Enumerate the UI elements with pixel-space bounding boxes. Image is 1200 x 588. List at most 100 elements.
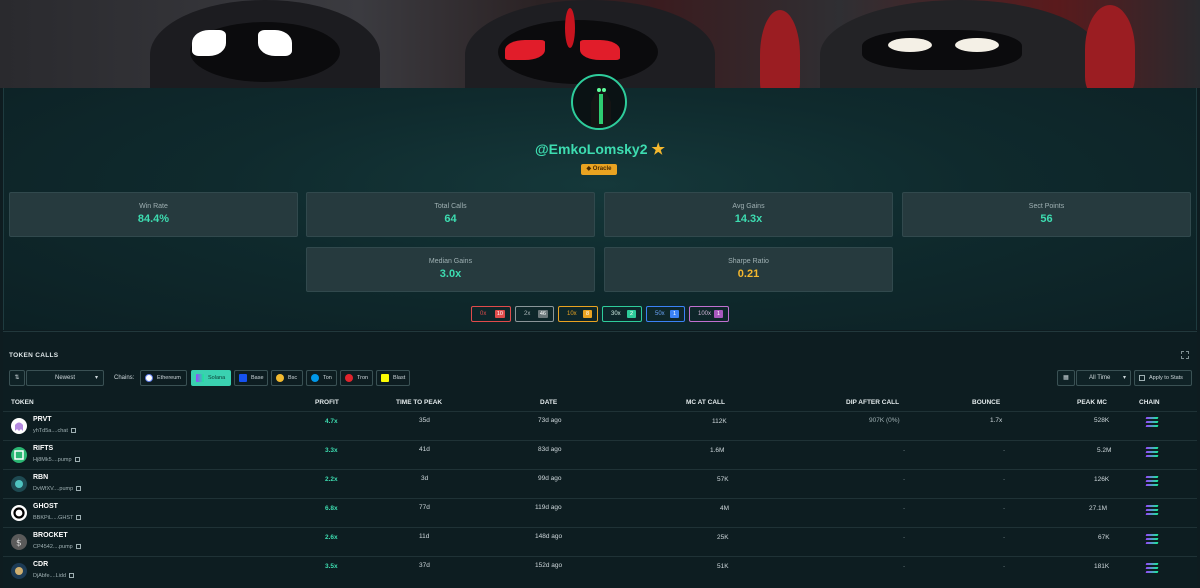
token-icon (11, 418, 27, 434)
stat-label: Avg Gains (732, 203, 765, 210)
multiplier-count: 2 (627, 310, 636, 318)
table-row[interactable]: GHOST BBKPiL....GHST 6.8x 77d 119d ago 4… (3, 498, 1197, 527)
chain-base[interactable]: Base (234, 370, 268, 386)
bounce: - (1003, 447, 1006, 454)
col-chain: CHAIN (1139, 399, 1160, 406)
stat-sharpe-ratio: Sharpe Ratio 0.21 (604, 247, 893, 292)
copy-icon[interactable] (70, 428, 76, 434)
stat-value: 56 (1040, 213, 1053, 225)
chain-ethereum[interactable]: Ethereum (140, 370, 187, 386)
stat-label: Win Rate (139, 203, 168, 210)
stat-value: 0.21 (737, 268, 760, 280)
sort-select[interactable]: Newest ▾ (26, 370, 104, 386)
username-text: @EmkoLomsky2 (535, 141, 648, 157)
multiplier-count: 46 (537, 310, 548, 318)
col-bounce[interactable]: BOUNCE (972, 399, 1000, 406)
peak-mc: 5.2M (1097, 447, 1112, 454)
multiplier-label: 100x (698, 311, 712, 317)
bounce: - (1003, 563, 1006, 570)
token-address[interactable]: BBKPiL....GHST (33, 515, 82, 521)
multiplier-0x[interactable]: 0x 10 (471, 306, 511, 322)
table-row[interactable]: CDR DjAbfe....Lidd 3.5x 37d 152d ago 51K… (3, 556, 1197, 585)
time-filter-select[interactable]: All Time ▾ (1076, 370, 1131, 386)
multiplier-10x[interactable]: 10x 8 (558, 306, 598, 322)
checkbox[interactable] (1139, 375, 1145, 381)
chain-blast[interactable]: Blast (376, 370, 410, 386)
svg-text:$: $ (16, 539, 22, 549)
col-date[interactable]: DATE (540, 399, 557, 406)
dip-after-call: 907K (0%) (869, 417, 900, 424)
base-icon (239, 374, 247, 382)
expand-icon[interactable] (1181, 351, 1189, 359)
copy-icon[interactable] (76, 515, 82, 521)
address-text: yhTd5a....chat (33, 428, 68, 434)
col-mc-at-call[interactable]: MC AT CALL (686, 399, 725, 406)
token-name[interactable]: RIFTS (33, 445, 53, 452)
multiplier-label: 2x (524, 311, 531, 317)
mc-at-call: 57K (717, 476, 729, 483)
multiplier-30x[interactable]: 30x 2 (602, 306, 642, 322)
chain-bsc[interactable]: Bsc (271, 370, 303, 386)
token-address[interactable]: DjAbfe....Lidd (33, 573, 75, 579)
table-row[interactable]: RIFTS Hj8Mk5....pump 3.3x 41d 83d ago 1.… (3, 440, 1197, 469)
stat-avg-gains: Avg Gains 14.3x (604, 192, 893, 237)
table-row[interactable]: RBN DvWfXV....pump 2.2x 3d 99d ago 57K -… (3, 469, 1197, 498)
bsc-icon (276, 374, 284, 382)
table-row[interactable]: $ BROCKET CP4542....pump 2.6x 11d 148d a… (3, 527, 1197, 556)
token-icon (11, 563, 27, 579)
col-peak-mc[interactable]: PEAK MC (1077, 399, 1107, 406)
copy-icon[interactable] (75, 544, 81, 550)
date: 152d ago (535, 562, 563, 569)
token-address[interactable]: DvWfXV....pump (33, 486, 82, 492)
col-dip-after-call[interactable]: DIP AFTER CALL (846, 399, 899, 406)
token-address[interactable]: CP4542....pump (33, 544, 81, 550)
chain-tron[interactable]: Tron (340, 370, 373, 386)
time-to-peak: 3d (421, 475, 429, 482)
ton-icon (311, 374, 319, 382)
apply-to-stats-toggle[interactable]: Apply to Stats (1134, 370, 1192, 386)
date: 73d ago (538, 417, 562, 424)
stat-label: Sect Points (1028, 203, 1065, 210)
token-icon: $ (11, 534, 27, 550)
stat-median-gains: Median Gains 3.0x (306, 247, 595, 292)
multiplier-count: 10 (494, 310, 505, 318)
sort-value: Newest (54, 375, 75, 381)
table-row[interactable]: PRVT yhTd5a....chat 4.7x 35d 73d ago 112… (3, 411, 1197, 440)
address-text: CP4542....pump (33, 544, 73, 550)
chain-label: Tron (357, 375, 369, 381)
star-icon: ★ (651, 141, 665, 158)
solana-icon (1145, 505, 1159, 515)
token-name[interactable]: RBN (33, 474, 48, 481)
avatar (571, 74, 627, 130)
date: 119d ago (535, 504, 562, 511)
copy-icon[interactable] (69, 573, 75, 579)
time-to-peak: 37d (419, 562, 430, 569)
copy-icon[interactable] (76, 486, 82, 492)
rank-badge: ◆ Oracle (581, 164, 617, 175)
copy-icon[interactable] (74, 457, 80, 463)
chain-solana[interactable]: Solana (191, 370, 231, 386)
sort-icon[interactable]: ⇅ (9, 370, 25, 386)
mc-at-call: 1.6M (710, 447, 725, 454)
col-token[interactable]: TOKEN (11, 399, 34, 406)
token-name[interactable]: CDR (33, 561, 48, 568)
calendar-icon[interactable]: ▦ (1057, 370, 1075, 386)
token-name[interactable]: GHOST (33, 503, 58, 510)
col-profit[interactable]: PROFIT (315, 399, 339, 406)
chain-ton[interactable]: Ton (306, 370, 337, 386)
mc-at-call: 25K (717, 534, 729, 541)
chains-label: Chains: (114, 375, 135, 381)
col-time-to-peak[interactable]: TIME TO PEAK (396, 399, 442, 406)
section-title: TOKEN CALLS (9, 352, 59, 359)
token-address[interactable]: Hj8Mk5....pump (33, 457, 80, 463)
multiplier-100x[interactable]: 100x 1 (689, 306, 729, 322)
multiplier-label: 0x (480, 311, 487, 317)
multiplier-50x[interactable]: 50x 1 (646, 306, 685, 322)
chain-label: Bsc (288, 375, 298, 381)
address-text: DvWfXV....pump (33, 486, 74, 492)
multiplier-2x[interactable]: 2x 46 (515, 306, 554, 322)
token-name[interactable]: BROCKET (33, 532, 68, 539)
profit: 6.8x (325, 505, 338, 512)
token-address[interactable]: yhTd5a....chat (33, 428, 76, 434)
token-name[interactable]: PRVT (33, 416, 52, 423)
